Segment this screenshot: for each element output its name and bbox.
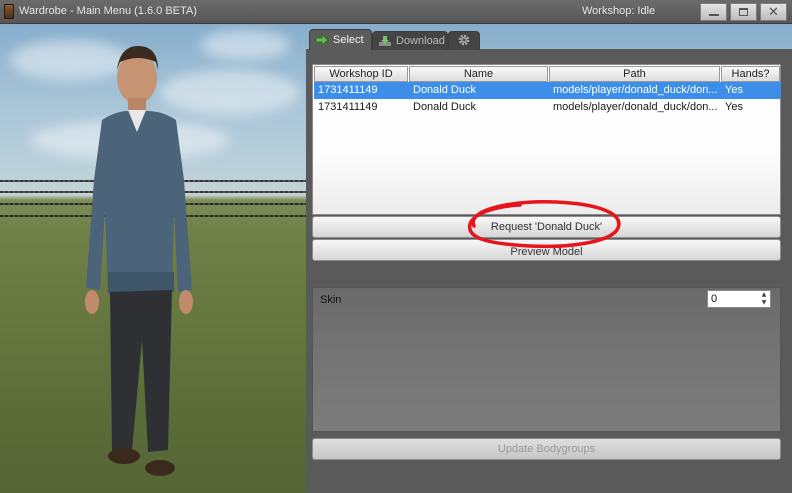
table-row[interactable]: 1731411149 Donald Duck models/player/don… (314, 82, 781, 99)
maximize-button[interactable] (730, 3, 757, 21)
window-title: Wardrobe - Main Menu (1.6.0 BETA) (19, 5, 197, 17)
table-header: Workshop ID Name Path Hands? (314, 66, 781, 82)
bodygroup-area (312, 287, 781, 432)
cell-path: models/player/donald_duck/don... (553, 101, 718, 113)
preview-model-button[interactable]: Preview Model (312, 239, 781, 261)
workshop-status: Workshop: Idle (582, 5, 656, 17)
tab-download-label: Download (396, 35, 445, 47)
player-model (85, 46, 193, 476)
tab-select-label: Select (333, 34, 364, 46)
tab-settings[interactable] (448, 31, 480, 50)
tab-download[interactable]: Download (372, 31, 448, 50)
preview-model-label: Preview Model (510, 246, 583, 258)
column-hands[interactable]: Hands? (721, 66, 780, 82)
cell-hands: Yes (725, 101, 743, 113)
tab-select[interactable]: Select (309, 29, 372, 50)
close-icon: ✕ (768, 4, 779, 20)
cell-workshop-id: 1731411149 (318, 101, 378, 113)
cell-name: Donald Duck (413, 101, 476, 113)
model-list[interactable]: Workshop ID Name Path Hands? 1731411149 … (312, 64, 781, 215)
close-button[interactable]: ✕ (760, 3, 787, 21)
column-path[interactable]: Path (549, 66, 720, 82)
minimize-icon (708, 14, 719, 16)
stepper-up-icon[interactable]: ▲ (758, 291, 770, 299)
cell-hands: Yes (725, 84, 743, 96)
column-workshop-id[interactable]: Workshop ID (314, 66, 408, 82)
stepper-down-icon[interactable]: ▼ (758, 299, 770, 307)
download-icon (378, 35, 392, 47)
request-button[interactable]: Request 'Donald Duck' (312, 216, 781, 238)
title-bar[interactable]: Wardrobe - Main Menu (1.6.0 BETA) Worksh… (0, 0, 792, 24)
gear-icon (457, 33, 471, 50)
minimize-button[interactable] (700, 3, 727, 21)
cell-name: Donald Duck (413, 84, 476, 96)
column-name[interactable]: Name (409, 66, 548, 82)
cell-workshop-id: 1731411149 (318, 84, 378, 96)
update-bodygroups-button[interactable]: Update Bodygroups (312, 438, 781, 460)
wardrobe-icon (4, 4, 14, 19)
table-row[interactable]: 1731411149 Donald Duck models/player/don… (314, 99, 781, 116)
maximize-icon (739, 8, 748, 16)
arrow-right-icon (315, 34, 329, 46)
skin-label: Skin (320, 294, 342, 306)
cell-path: models/player/donald_duck/don... (553, 84, 718, 96)
